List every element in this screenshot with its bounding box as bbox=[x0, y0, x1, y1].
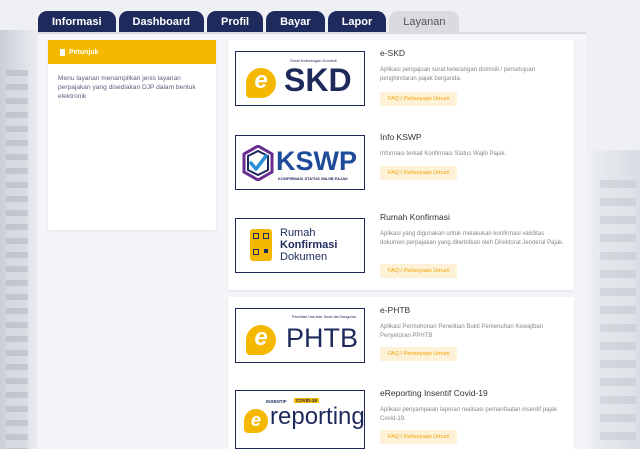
service-card-ereporting: INSENTIF COVID-19 e reporting eReporting… bbox=[228, 380, 574, 449]
faq-button[interactable]: FAQ / Pertanyaan Umum bbox=[380, 92, 458, 106]
service-title: eReporting Insentif Covid-19 bbox=[380, 388, 488, 398]
ephtb-logo-subtitle: Penelitian Hak atas Tanah dan Bangunan bbox=[292, 315, 357, 319]
background-building-left bbox=[0, 30, 40, 449]
tab-dashboard[interactable]: Dashboard bbox=[118, 11, 204, 33]
eskd-logo-text: SKD bbox=[284, 62, 352, 98]
rumah-logo-line2: Konfirmasi bbox=[280, 239, 338, 251]
rumah-logo-line1: Rumah bbox=[280, 227, 316, 239]
service-title: Info KSWP bbox=[380, 132, 422, 142]
service-card-rumah-konfirmasi: Rumah Konfirmasi Dokumen Rumah Konfirmas… bbox=[228, 204, 574, 290]
book-icon bbox=[60, 48, 65, 56]
faq-button[interactable]: FAQ / Pertanyaan Umum bbox=[380, 347, 458, 361]
kswp-logo-subtitle: KONFIRMASI STATUS WAJIB PAJAK bbox=[278, 176, 349, 181]
sidebar-text: Menu layanan menampilkan jenis layanan p… bbox=[58, 75, 196, 100]
tab-layanan[interactable]: Layanan bbox=[389, 11, 460, 33]
qr-code-icon bbox=[250, 229, 272, 261]
service-desc: Aplikasi pengajuan surat keterangan domi… bbox=[380, 67, 536, 82]
e-letter-icon: e bbox=[246, 325, 276, 355]
service-desc: Aplikasi yang digunakan untuk melakukan … bbox=[380, 231, 564, 246]
ereporting-logo[interactable]: INSENTIF COVID-19 e reporting bbox=[235, 390, 365, 449]
sidebar-header: Petunjuk bbox=[48, 40, 216, 64]
ephtb-logo[interactable]: Penelitian Hak atas Tanah dan Bangunan e… bbox=[235, 308, 365, 363]
service-title: e-PHTB bbox=[380, 305, 411, 315]
kswp-check-icon bbox=[242, 145, 274, 181]
tab-informasi[interactable]: Informasi bbox=[38, 11, 116, 33]
service-desc: Informasi terkait Konfirmasi Status Waji… bbox=[380, 151, 507, 157]
instruction-sidebar: Petunjuk Menu layanan menampilkan jenis … bbox=[48, 40, 216, 230]
kswp-logo-text: KSWP bbox=[276, 146, 357, 176]
service-card-eskd: Surat Keterangan Domisili e SKD e-SKD Ap… bbox=[228, 40, 574, 124]
rumah-konfirmasi-logo[interactable]: Rumah Konfirmasi Dokumen bbox=[235, 218, 365, 273]
e-letter-icon: e bbox=[246, 68, 276, 98]
ereporting-logo-text: reporting bbox=[270, 403, 365, 430]
ephtb-logo-text: PHTB bbox=[286, 323, 359, 353]
e-letter-icon: e bbox=[244, 409, 268, 433]
background-building-right bbox=[590, 150, 640, 449]
faq-button[interactable]: FAQ / Pertanyaan Umum bbox=[380, 264, 458, 278]
service-desc: Aplikasi penyampaian laporan realisasi p… bbox=[380, 407, 558, 422]
kswp-logo[interactable]: KSWP KONFIRMASI STATUS WAJIB PAJAK bbox=[235, 135, 365, 190]
service-title: e-SKD bbox=[380, 48, 406, 58]
eskd-logo[interactable]: Surat Keterangan Domisili e SKD bbox=[235, 51, 365, 106]
service-card-kswp: KSWP KONFIRMASI STATUS WAJIB PAJAK Info … bbox=[228, 124, 574, 208]
sidebar-title: Petunjuk bbox=[69, 48, 99, 56]
faq-button[interactable]: FAQ / Pertanyaan Umum bbox=[380, 166, 458, 180]
tab-bayar[interactable]: Bayar bbox=[266, 11, 325, 33]
service-desc: Aplikasi Permohonan Penelitian Bukti Pem… bbox=[380, 324, 544, 339]
main-tabs: Informasi Dashboard Profil Bayar Lapor L… bbox=[38, 11, 460, 33]
tab-profil[interactable]: Profil bbox=[206, 11, 264, 33]
service-title: Rumah Konfirmasi bbox=[380, 212, 450, 222]
rumah-logo-line3: Dokumen bbox=[280, 251, 328, 263]
service-card-ephtb: Penelitian Hak atas Tanah dan Bangunan e… bbox=[228, 297, 574, 381]
faq-button[interactable]: FAQ / Pertanyaan Umum bbox=[380, 430, 458, 444]
tab-lapor[interactable]: Lapor bbox=[327, 11, 387, 33]
